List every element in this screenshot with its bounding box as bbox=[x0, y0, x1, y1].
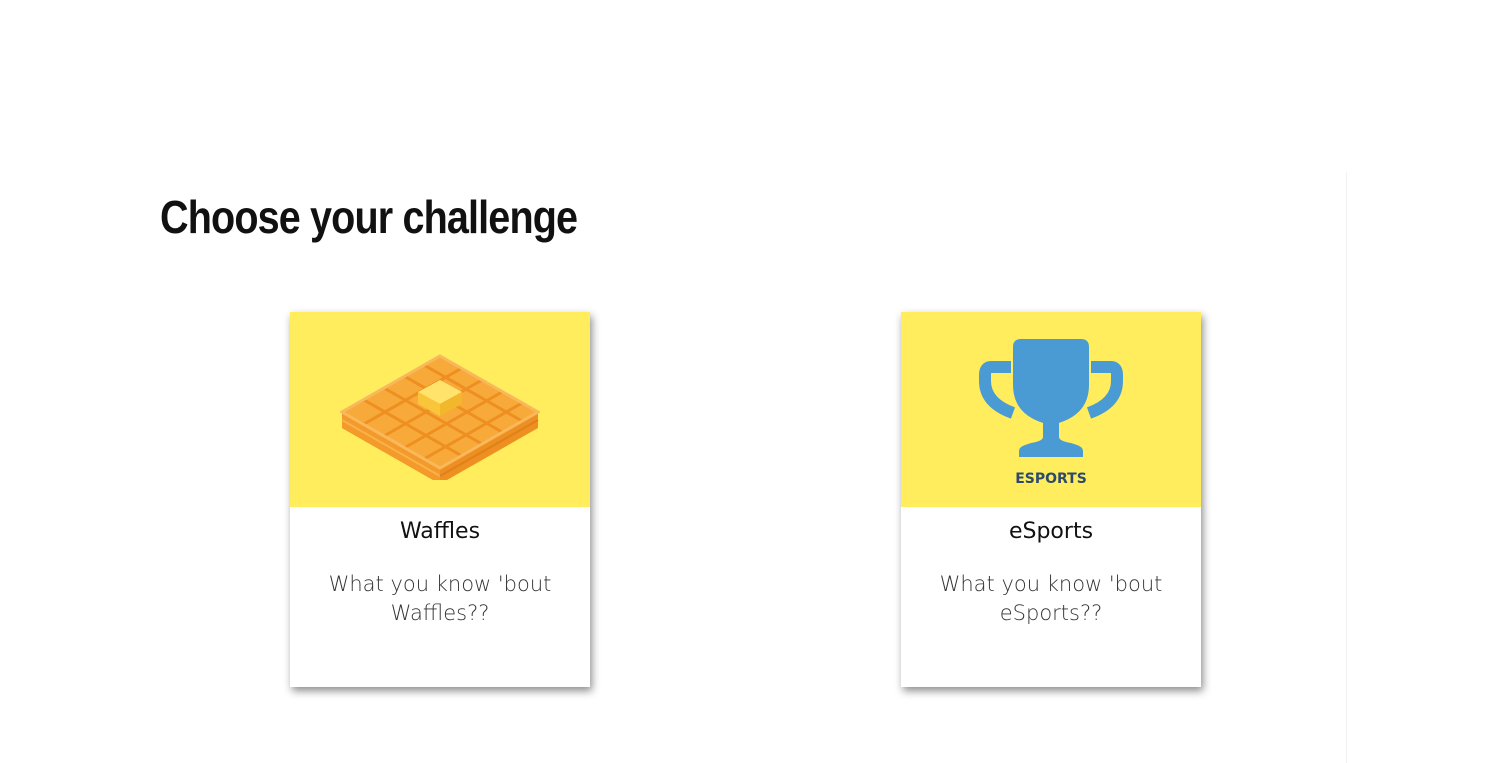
waffle-icon bbox=[340, 353, 540, 480]
page-title: Choose your challenge bbox=[160, 191, 578, 243]
card-image-esports: ESPORTS bbox=[901, 312, 1201, 507]
challenge-card-esports[interactable]: ESPORTS eSports What you know 'bout eSpo… bbox=[901, 312, 1201, 687]
page: Choose your challenge Waffles What you k… bbox=[0, 0, 1493, 763]
card-description: What you know 'bout eSports?? bbox=[939, 572, 1163, 625]
esports-logo-caption: ESPORTS bbox=[1015, 471, 1087, 487]
card-title: eSports bbox=[1008, 519, 1094, 544]
card-image-waffles bbox=[290, 312, 590, 507]
right-divider bbox=[1346, 172, 1347, 763]
trophy-icon: ESPORTS bbox=[979, 338, 1123, 487]
card-description: What you know 'bout Waffles?? bbox=[328, 572, 552, 625]
challenge-card-waffles[interactable]: Waffles What you know 'bout Waffles?? bbox=[290, 312, 590, 687]
card-title: Waffles bbox=[399, 519, 481, 544]
